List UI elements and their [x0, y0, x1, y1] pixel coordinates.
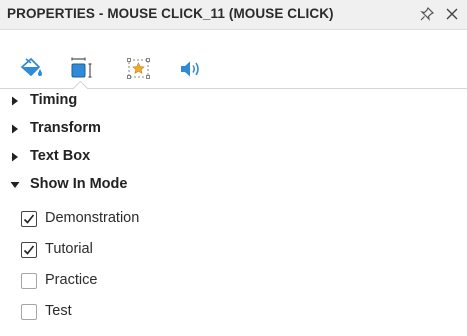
chevron-down-icon	[10, 182, 20, 188]
star-frame-icon	[127, 58, 150, 79]
tab-effects[interactable]	[121, 52, 155, 84]
demonstration-checkbox[interactable]	[21, 211, 37, 227]
option-label: Test	[45, 303, 72, 319]
section-show-in-mode[interactable]: Show In Mode	[0, 173, 467, 197]
checkmark-icon	[23, 214, 35, 224]
test-checkbox[interactable]	[21, 304, 37, 320]
paint-bucket-icon	[21, 58, 42, 76]
section-text-box[interactable]: Text Box	[0, 145, 467, 169]
pin-icon[interactable]	[418, 5, 436, 23]
tab-fill[interactable]	[13, 52, 47, 84]
close-icon[interactable]	[443, 5, 461, 23]
tab-audio[interactable]	[173, 52, 207, 84]
checkmark-icon	[23, 245, 35, 255]
section-label: Show In Mode	[30, 176, 128, 192]
option-label: Demonstration	[45, 210, 140, 226]
size-position-icon	[71, 57, 92, 78]
property-tabs	[0, 52, 467, 88]
option-label: Tutorial	[45, 241, 93, 257]
chevron-right-icon	[12, 96, 18, 106]
section-transform[interactable]: Transform	[0, 117, 467, 141]
chevron-right-icon	[12, 124, 18, 134]
section-label: Timing	[30, 92, 78, 108]
option-label: Practice	[45, 272, 98, 288]
section-label: Transform	[30, 120, 101, 136]
tab-size-position[interactable]	[65, 52, 99, 84]
section-label: Text Box	[30, 148, 91, 164]
tutorial-checkbox[interactable]	[21, 242, 37, 258]
chevron-right-icon	[12, 152, 18, 162]
speaker-icon	[181, 61, 199, 77]
practice-checkbox[interactable]	[21, 273, 37, 289]
section-timing[interactable]: Timing	[0, 89, 467, 113]
panel-title-bar: PROPERTIES - MOUSE CLICK_11 (MOUSE CLICK…	[0, 0, 467, 30]
panel-title: PROPERTIES - MOUSE CLICK_11 (MOUSE CLICK…	[7, 6, 334, 21]
